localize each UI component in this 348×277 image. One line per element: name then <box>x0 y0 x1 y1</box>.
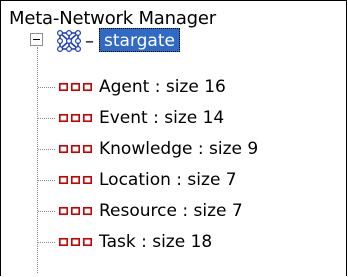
tree-branch-line <box>38 149 55 150</box>
tree-branch-line <box>38 118 55 119</box>
tree-branch-line <box>38 87 55 88</box>
network-graph-icon <box>56 30 82 52</box>
tree-root-stargate[interactable]: stargate <box>99 28 180 52</box>
tree-branch-line <box>38 180 55 181</box>
tree-item-label: Resource : size 7 <box>99 201 243 221</box>
tree-connector-line <box>37 47 38 273</box>
nodeset-icon <box>59 238 92 246</box>
collapse-toggle-icon[interactable] <box>30 33 43 46</box>
tree-item-label: Agent : size 16 <box>99 77 226 97</box>
nodeset-icon <box>59 114 92 122</box>
tree-branch-line <box>38 242 55 243</box>
tree-branch-line <box>38 211 55 212</box>
meta-network-tree: – stargate Agent : size 16 Event : size 1… <box>1 1 348 277</box>
tree-item-label: Knowledge : size 9 <box>99 139 259 159</box>
nodeset-icon <box>59 83 92 91</box>
nodeset-icon <box>59 145 92 153</box>
tree-item-label: Task : size 18 <box>99 232 213 252</box>
meta-network-manager-panel: Meta-Network Manager – stargate Agent : … <box>0 0 347 276</box>
tree-item-label: Event : size 14 <box>99 108 225 128</box>
tree-item-label: Location : size 7 <box>99 170 237 190</box>
nodeset-icon <box>59 207 92 215</box>
root-separator: – <box>85 31 94 52</box>
nodeset-icon <box>59 176 92 184</box>
